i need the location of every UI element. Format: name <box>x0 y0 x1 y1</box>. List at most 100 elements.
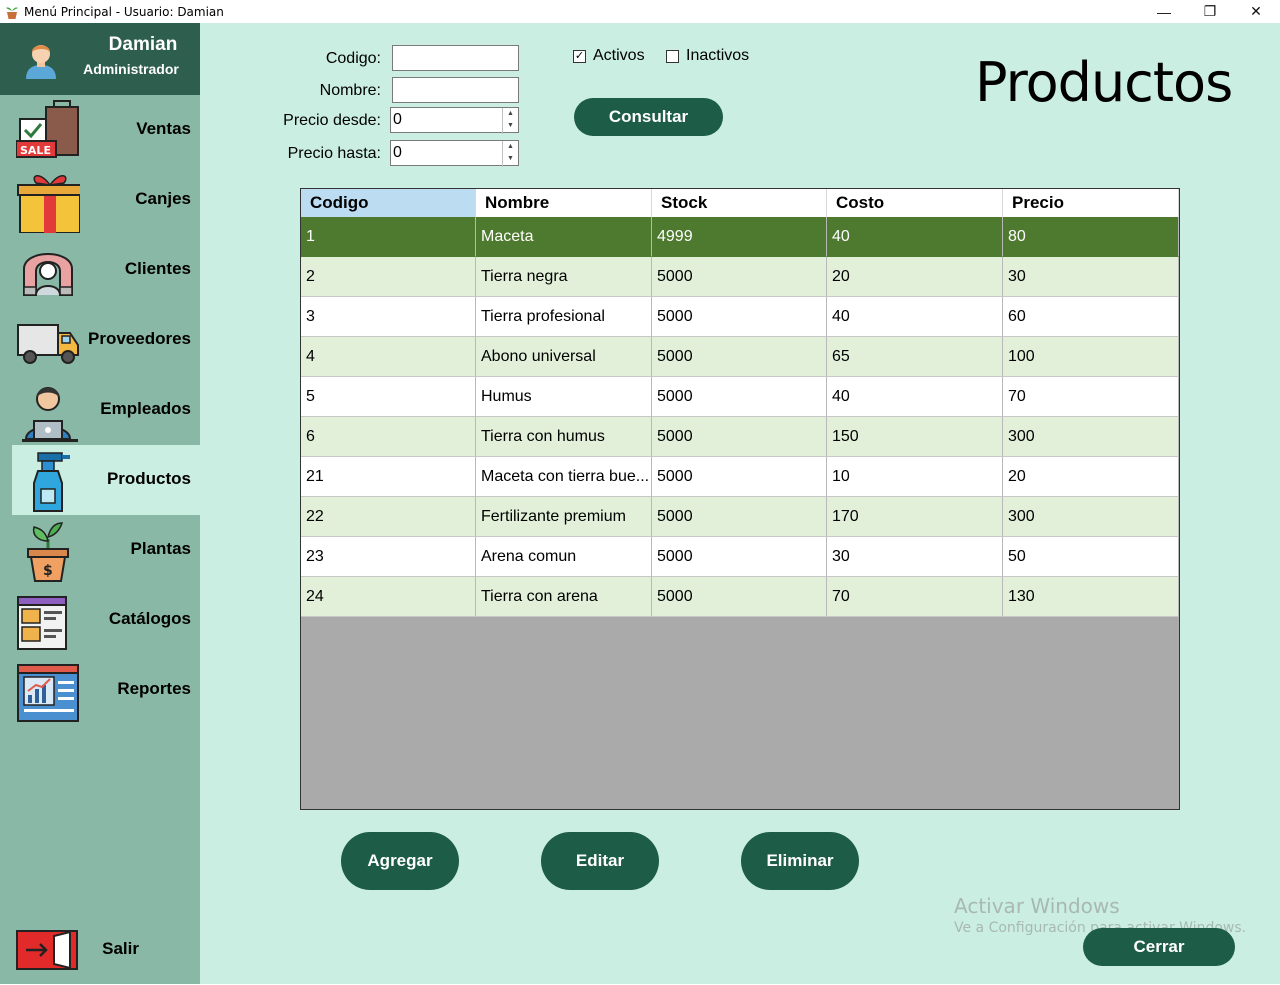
cell-codigo[interactable]: 6 <box>301 417 476 457</box>
maximize-button[interactable]: ❐ <box>1187 0 1233 23</box>
cell-precio[interactable]: 80 <box>1003 217 1179 257</box>
nombre-label: Nombre: <box>319 82 381 99</box>
cell-stock[interactable]: 5000 <box>652 337 827 377</box>
precio-hasta-spin[interactable]: ▲ ▼ <box>502 141 518 167</box>
cell-codigo[interactable]: 2 <box>301 257 476 297</box>
cell-nombre[interactable]: Maceta con tierra bue... <box>476 457 652 497</box>
cell-costo[interactable]: 40 <box>827 297 1003 337</box>
table-header: Codigo Nombre Stock Costo Precio <box>301 189 1179 217</box>
table-row[interactable]: 6 Tierra con humus 5000 150 300 <box>301 417 1179 457</box>
cell-stock[interactable]: 5000 <box>652 377 827 417</box>
precio-hasta-stepper[interactable]: 0 ▲ ▼ <box>390 140 519 167</box>
sidebar-item-catalogos[interactable]: Catálogos <box>0 585 200 655</box>
cell-stock[interactable]: 5000 <box>652 297 827 337</box>
eliminar-button[interactable]: Eliminar <box>741 832 859 890</box>
sidebar-item-proveedores[interactable]: Proveedores <box>0 305 200 375</box>
products-table[interactable]: Codigo Nombre Stock Costo Precio 1 Maceta… <box>300 188 1180 810</box>
cell-nombre[interactable]: Arena comun <box>476 537 652 577</box>
cell-codigo[interactable]: 23 <box>301 537 476 577</box>
sidebar-item-reportes[interactable]: Reportes <box>0 655 200 725</box>
cell-codigo[interactable]: 22 <box>301 497 476 537</box>
cell-nombre[interactable]: Tierra negra <box>476 257 652 297</box>
cell-costo[interactable]: 40 <box>827 217 1003 257</box>
spin-down-icon[interactable]: ▼ <box>503 153 518 165</box>
table-row[interactable]: 3 Tierra profesional 5000 40 60 <box>301 297 1179 337</box>
table-row[interactable]: 1 Maceta 4999 40 80 <box>301 217 1179 257</box>
agregar-button[interactable]: Agregar <box>341 832 459 890</box>
cell-costo[interactable]: 70 <box>827 577 1003 617</box>
cell-codigo[interactable]: 21 <box>301 457 476 497</box>
table-row[interactable]: 24 Tierra con arena 5000 70 130 <box>301 577 1179 617</box>
sidebar-item-canjes[interactable]: Canjes <box>0 165 200 235</box>
nombre-input[interactable] <box>392 77 519 103</box>
sidebar-item-productos[interactable]: Productos <box>12 445 200 515</box>
cerrar-button[interactable]: Cerrar <box>1083 928 1235 966</box>
cell-codigo[interactable]: 4 <box>301 337 476 377</box>
cell-costo[interactable]: 20 <box>827 257 1003 297</box>
cell-nombre[interactable]: Tierra con humus <box>476 417 652 457</box>
cell-costo[interactable]: 40 <box>827 377 1003 417</box>
cell-stock[interactable]: 5000 <box>652 457 827 497</box>
spin-down-icon[interactable]: ▼ <box>503 120 518 132</box>
cell-stock[interactable]: 5000 <box>652 577 827 617</box>
column-header-codigo[interactable]: Codigo <box>301 189 476 217</box>
column-header-stock[interactable]: Stock <box>652 189 827 217</box>
spin-up-icon[interactable]: ▲ <box>503 141 518 153</box>
cell-stock[interactable]: 5000 <box>652 417 827 457</box>
cell-precio[interactable]: 20 <box>1003 457 1179 497</box>
column-header-nombre[interactable]: Nombre <box>476 189 652 217</box>
cell-stock[interactable]: 5000 <box>652 257 827 297</box>
cell-precio[interactable]: 60 <box>1003 297 1179 337</box>
precio-desde-spin[interactable]: ▲ ▼ <box>502 108 518 134</box>
cell-nombre[interactable]: Tierra profesional <box>476 297 652 337</box>
sidebar-item-empleados[interactable]: Empleados <box>0 375 200 445</box>
cell-costo[interactable]: 65 <box>827 337 1003 377</box>
column-header-costo[interactable]: Costo <box>827 189 1003 217</box>
cell-nombre[interactable]: Tierra con arena <box>476 577 652 617</box>
cell-precio[interactable]: 300 <box>1003 417 1179 457</box>
column-header-precio[interactable]: Precio <box>1003 189 1179 217</box>
sidebar-item-clientes[interactable]: Clientes <box>0 235 200 305</box>
cell-costo[interactable]: 150 <box>827 417 1003 457</box>
consultar-button[interactable]: Consultar <box>574 98 723 136</box>
minimize-button[interactable]: — <box>1141 0 1187 23</box>
cell-precio[interactable]: 130 <box>1003 577 1179 617</box>
table-row[interactable]: 4 Abono universal 5000 65 100 <box>301 337 1179 377</box>
sidebar-item-plantas[interactable]: $ Plantas <box>0 515 200 585</box>
close-window-button[interactable]: ✕ <box>1233 0 1279 23</box>
sidebar-item-salir[interactable]: Salir <box>0 915 200 985</box>
cell-costo[interactable]: 170 <box>827 497 1003 537</box>
cell-precio[interactable]: 300 <box>1003 497 1179 537</box>
table-row[interactable]: 2 Tierra negra 5000 20 30 <box>301 257 1179 297</box>
cell-nombre[interactable]: Fertilizante premium <box>476 497 652 537</box>
cell-precio[interactable]: 70 <box>1003 377 1179 417</box>
cell-precio[interactable]: 30 <box>1003 257 1179 297</box>
cell-costo[interactable]: 10 <box>827 457 1003 497</box>
cell-nombre[interactable]: Abono universal <box>476 337 652 377</box>
inactivos-label: Inactivos <box>686 47 750 64</box>
cell-stock[interactable]: 5000 <box>652 537 827 577</box>
cell-nombre[interactable]: Humus <box>476 377 652 417</box>
cell-codigo[interactable]: 5 <box>301 377 476 417</box>
cell-precio[interactable]: 100 <box>1003 337 1179 377</box>
activos-checkbox[interactable]: ✓ Activos <box>573 47 645 65</box>
table-row[interactable]: 5 Humus 5000 40 70 <box>301 377 1179 417</box>
spin-up-icon[interactable]: ▲ <box>503 108 518 120</box>
sidebar-item-ventas[interactable]: SALE Ventas <box>0 95 200 165</box>
inactivos-checkbox[interactable]: Inactivos <box>666 47 749 65</box>
cell-codigo[interactable]: 1 <box>301 217 476 257</box>
cell-codigo[interactable]: 3 <box>301 297 476 337</box>
cell-stock[interactable]: 4999 <box>652 217 827 257</box>
cell-codigo[interactable]: 24 <box>301 577 476 617</box>
precio-desde-stepper[interactable]: 0 ▲ ▼ <box>390 107 519 134</box>
table-row[interactable]: 21 Maceta con tierra bue... 5000 10 20 <box>301 457 1179 497</box>
table-row[interactable]: 22 Fertilizante premium 5000 170 300 <box>301 497 1179 537</box>
cell-precio[interactable]: 50 <box>1003 537 1179 577</box>
editar-button[interactable]: Editar <box>541 832 659 890</box>
sale-bag-icon: SALE <box>15 99 80 163</box>
cell-costo[interactable]: 30 <box>827 537 1003 577</box>
table-row[interactable]: 23 Arena comun 5000 30 50 <box>301 537 1179 577</box>
cell-stock[interactable]: 5000 <box>652 497 827 537</box>
cell-nombre[interactable]: Maceta <box>476 217 652 257</box>
codigo-input[interactable] <box>392 45 519 71</box>
